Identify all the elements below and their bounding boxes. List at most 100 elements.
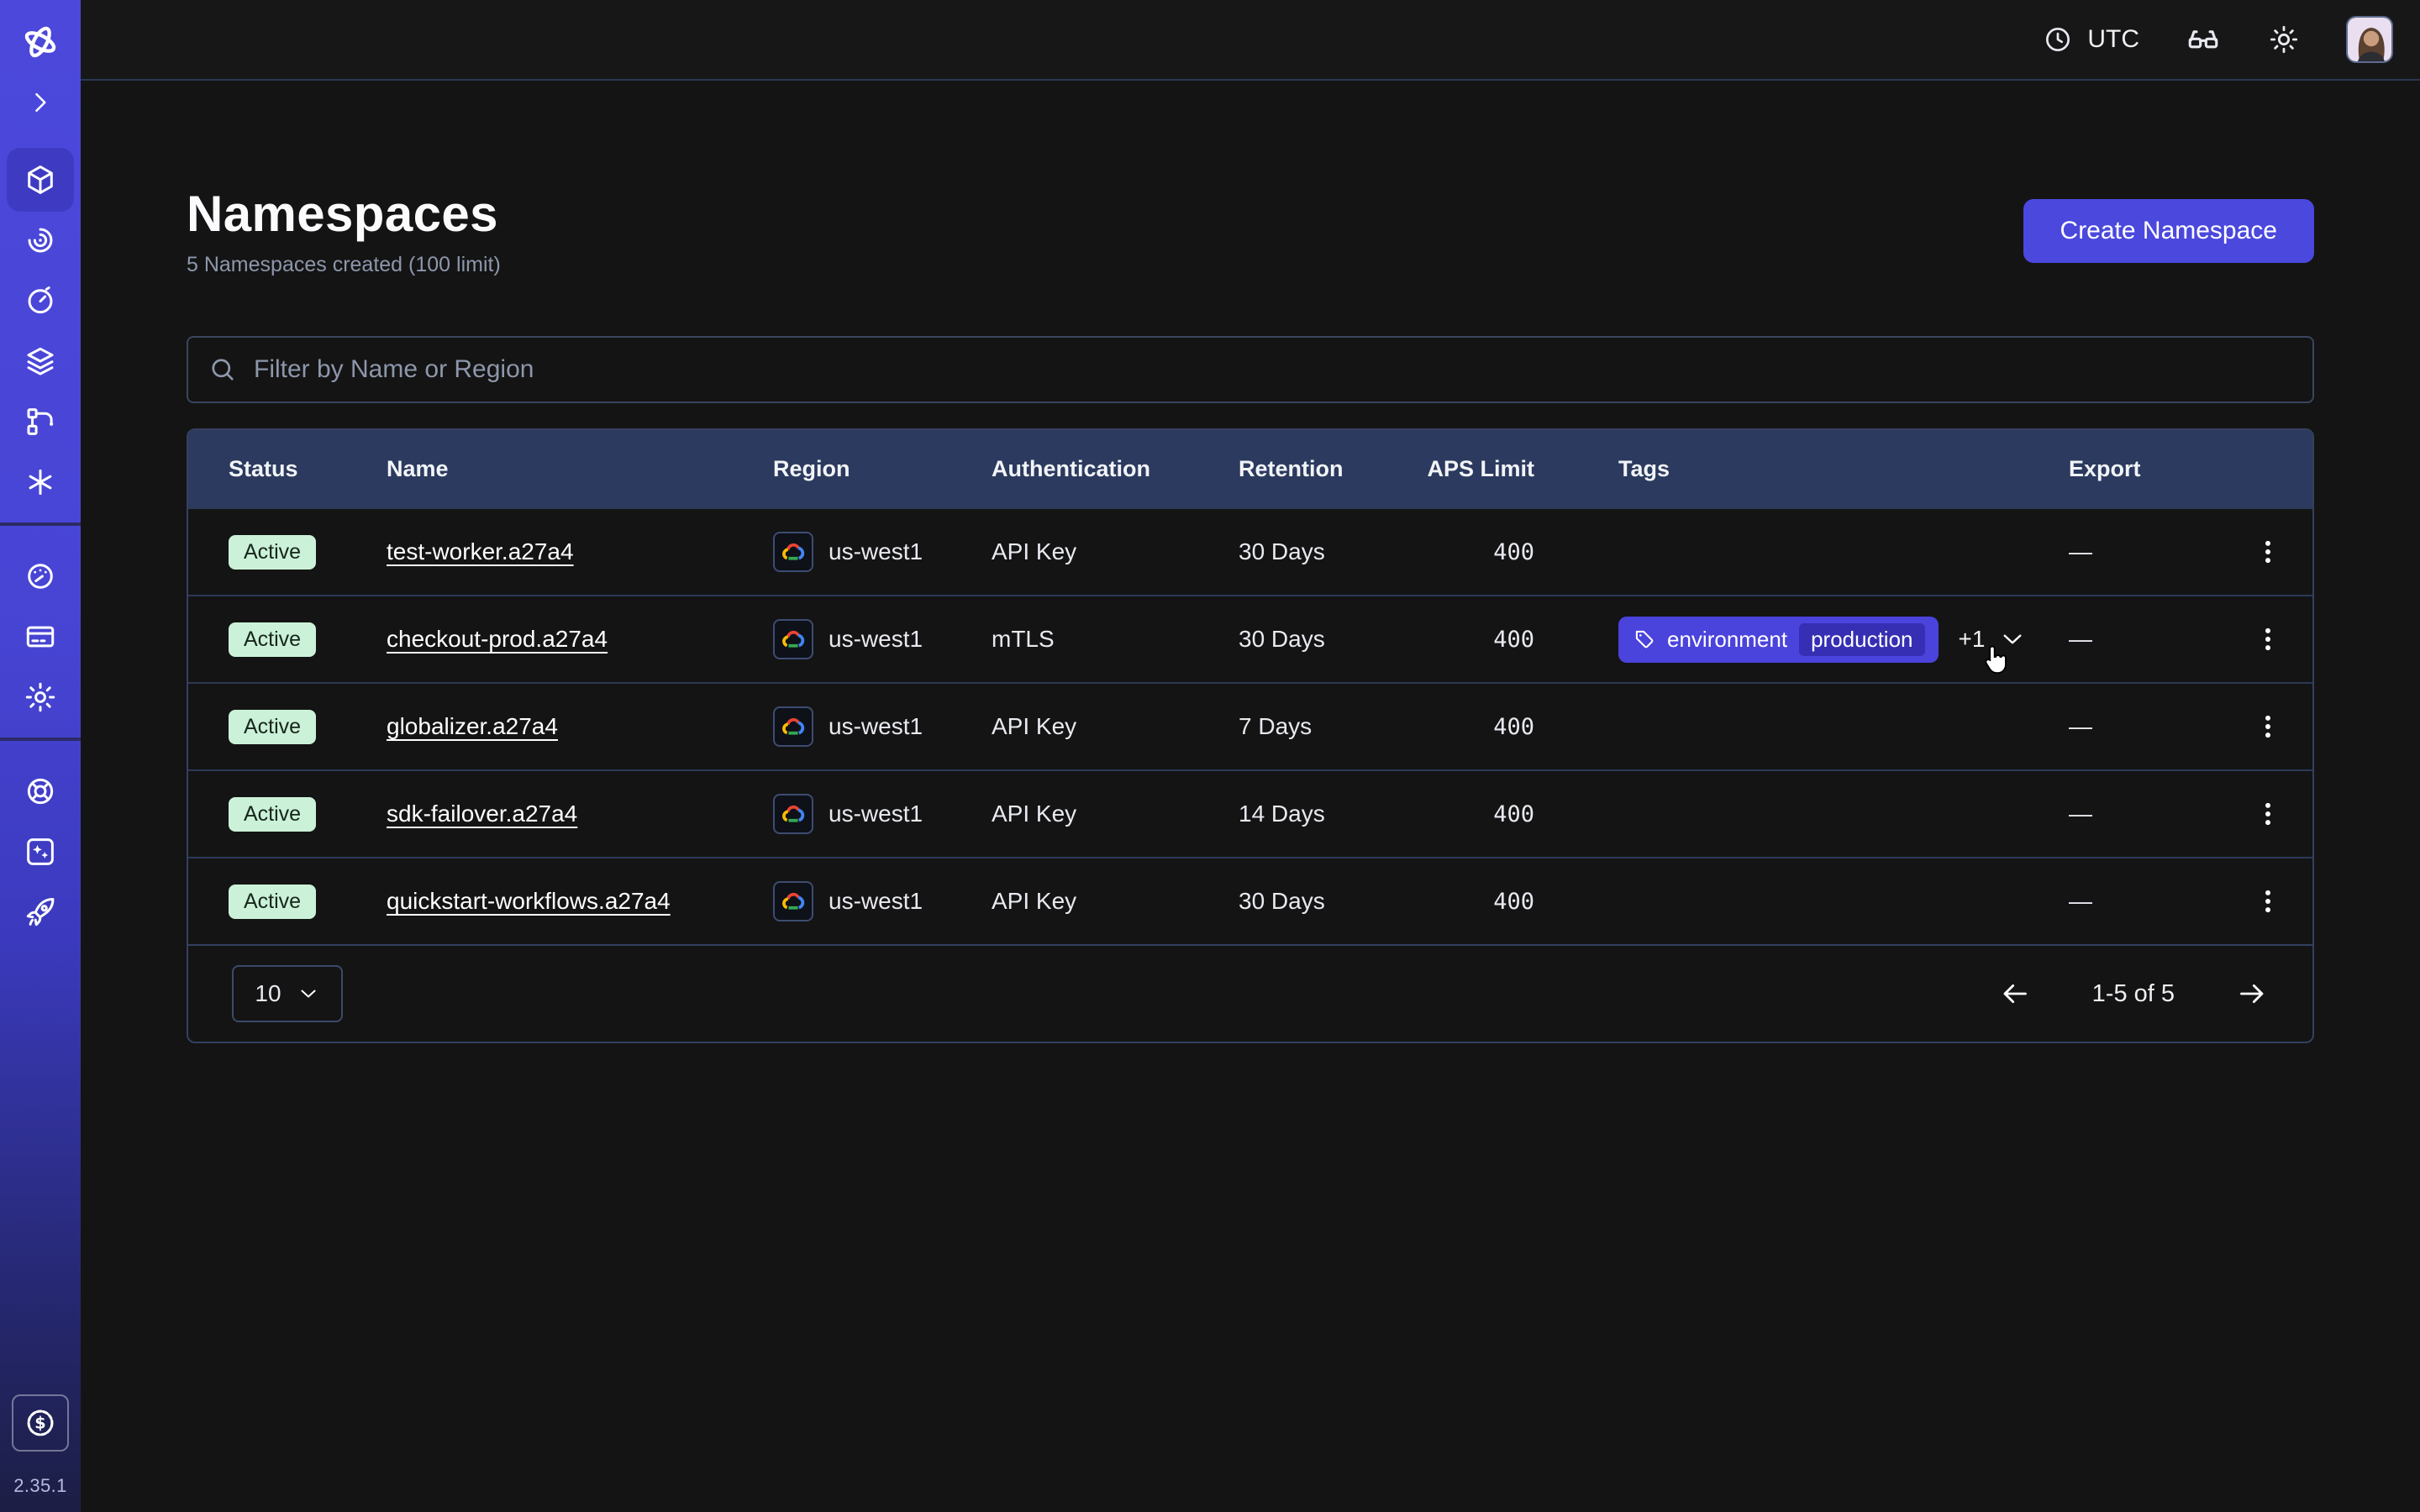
namespace-count-subtitle: 5 Namespaces created (100 limit)	[187, 253, 501, 277]
table-header: Status Name Region Authentication Retent…	[188, 430, 2312, 507]
auth-label: API Key	[992, 538, 1239, 565]
temporal-logo[interactable]	[0, 12, 81, 72]
sidebar-item-batch-operations[interactable]	[0, 391, 81, 452]
tag-key: environment	[1667, 627, 1787, 653]
namespace-link[interactable]: globalizer.a27a4	[387, 713, 558, 739]
table-row: Active sdk-failover.a27a4 us-west1 API K…	[188, 769, 2312, 857]
export-value: —	[2069, 713, 2220, 740]
sidebar-divider	[0, 738, 81, 741]
row-actions-button[interactable]	[2249, 882, 2287, 921]
tags-expand-button[interactable]	[1998, 625, 2027, 654]
table-footer: 10 1-5 of 5	[188, 944, 2312, 1042]
filter-bar	[187, 336, 2314, 403]
sidebar-item-namespaces[interactable]	[0, 150, 81, 210]
filter-input[interactable]	[254, 355, 2292, 384]
sidebar-item-settings[interactable]	[0, 667, 81, 727]
status-badge: Active	[229, 535, 316, 570]
google-cloud-icon	[773, 881, 813, 921]
kebab-menu-icon	[2255, 714, 2281, 739]
google-cloud-icon	[773, 619, 813, 659]
nexus-asterisk-icon	[23, 465, 58, 500]
prev-page-button[interactable]	[1998, 977, 2032, 1011]
batch-branch-icon	[23, 404, 58, 439]
sidebar-item-getting-started[interactable]	[0, 882, 81, 942]
tag-value: production	[1799, 623, 1924, 656]
retention-label: 30 Days	[1239, 888, 1423, 915]
create-namespace-button[interactable]: Create Namespace	[2023, 199, 2314, 263]
export-value: —	[2069, 801, 2220, 827]
retention-label: 30 Days	[1239, 538, 1423, 565]
row-actions-button[interactable]	[2249, 620, 2287, 659]
export-value: —	[2069, 888, 2220, 915]
namespace-link[interactable]: checkout-prod.a27a4	[387, 626, 608, 652]
region-label: us-west1	[829, 713, 923, 740]
avatar-image	[2348, 18, 2393, 63]
sidebar-item-nexus[interactable]	[0, 452, 81, 512]
retention-label: 30 Days	[1239, 626, 1423, 653]
col-retention: Retention	[1239, 456, 1423, 482]
sidebar-item-support[interactable]	[0, 761, 81, 822]
usage-gauge-icon	[23, 559, 58, 594]
aps-limit-value: 400	[1423, 627, 1534, 653]
sidebar: $ 2.35.1	[0, 0, 81, 1512]
namespace-link[interactable]: quickstart-workflows.a27a4	[387, 888, 671, 914]
google-cloud-icon	[773, 794, 813, 834]
page-title: Namespaces	[187, 185, 501, 243]
glasses-icon	[2185, 21, 2222, 58]
clock-icon	[2042, 24, 2074, 55]
col-name: Name	[387, 456, 773, 482]
user-avatar[interactable]	[2346, 16, 2393, 63]
sidebar-item-credits[interactable]: $	[12, 1394, 69, 1452]
billing-card-icon	[23, 619, 58, 654]
namespaces-table: Status Name Region Authentication Retent…	[187, 428, 2314, 1043]
sidebar-item-feedback[interactable]	[0, 822, 81, 882]
aps-limit-value: 400	[1423, 801, 1534, 827]
sidebar-item-schedules[interactable]	[0, 270, 81, 331]
table-row: Active checkout-prod.a27a4 us-west1 mTLS…	[188, 595, 2312, 682]
retention-label: 7 Days	[1239, 713, 1423, 740]
main-area: UTC	[81, 0, 2420, 1512]
sidebar-item-workflows[interactable]	[0, 210, 81, 270]
table-row: Active quickstart-workflows.a27a4 us-wes…	[188, 857, 2312, 944]
arrow-right-icon	[2235, 977, 2269, 1011]
tag-icon	[1634, 628, 1655, 650]
status-badge: Active	[229, 885, 316, 919]
sidebar-expand-button[interactable]	[0, 72, 81, 133]
tag-chip[interactable]: environment production	[1618, 617, 1939, 663]
namespace-link[interactable]: test-worker.a27a4	[387, 538, 574, 564]
google-cloud-icon	[773, 532, 813, 572]
topbar: UTC	[81, 0, 2420, 81]
getting-started-rocket-icon	[23, 895, 58, 930]
namespaces-cube-icon	[23, 162, 58, 197]
page-size-select[interactable]: 10	[232, 965, 343, 1022]
sidebar-item-billing[interactable]	[0, 606, 81, 667]
auth-label: API Key	[992, 888, 1239, 915]
tags-overflow-count: +1	[1959, 626, 1986, 653]
search-icon	[208, 355, 237, 384]
col-tags: Tags	[1534, 456, 2069, 482]
kebab-menu-icon	[2255, 539, 2281, 564]
timezone-label: UTC	[2087, 25, 2139, 54]
credits-dollar-badge-icon: $	[22, 1404, 59, 1441]
deployments-layers-icon	[23, 344, 58, 379]
next-page-button[interactable]	[2235, 977, 2269, 1011]
row-actions-button[interactable]	[2249, 533, 2287, 571]
namespace-link[interactable]: sdk-failover.a27a4	[387, 801, 577, 827]
theme-toggle-button[interactable]	[2267, 23, 2301, 56]
sidebar-item-deployments[interactable]	[0, 331, 81, 391]
sidebar-item-usage[interactable]	[0, 546, 81, 606]
sun-icon	[2267, 23, 2301, 56]
docs-button[interactable]	[2185, 21, 2222, 58]
chevron-right-icon	[25, 87, 55, 118]
status-badge: Active	[229, 710, 316, 744]
table-row: Active test-worker.a27a4 us-west1 API Ke…	[188, 507, 2312, 595]
col-aps-limit: APS Limit	[1423, 456, 1534, 482]
auth-label: API Key	[992, 713, 1239, 740]
auth-label: API Key	[992, 801, 1239, 827]
region-label: us-west1	[829, 801, 923, 827]
timezone-selector[interactable]: UTC	[2042, 24, 2139, 55]
row-actions-button[interactable]	[2249, 707, 2287, 746]
col-status: Status	[188, 456, 387, 482]
export-value: —	[2069, 626, 2220, 653]
row-actions-button[interactable]	[2249, 795, 2287, 833]
